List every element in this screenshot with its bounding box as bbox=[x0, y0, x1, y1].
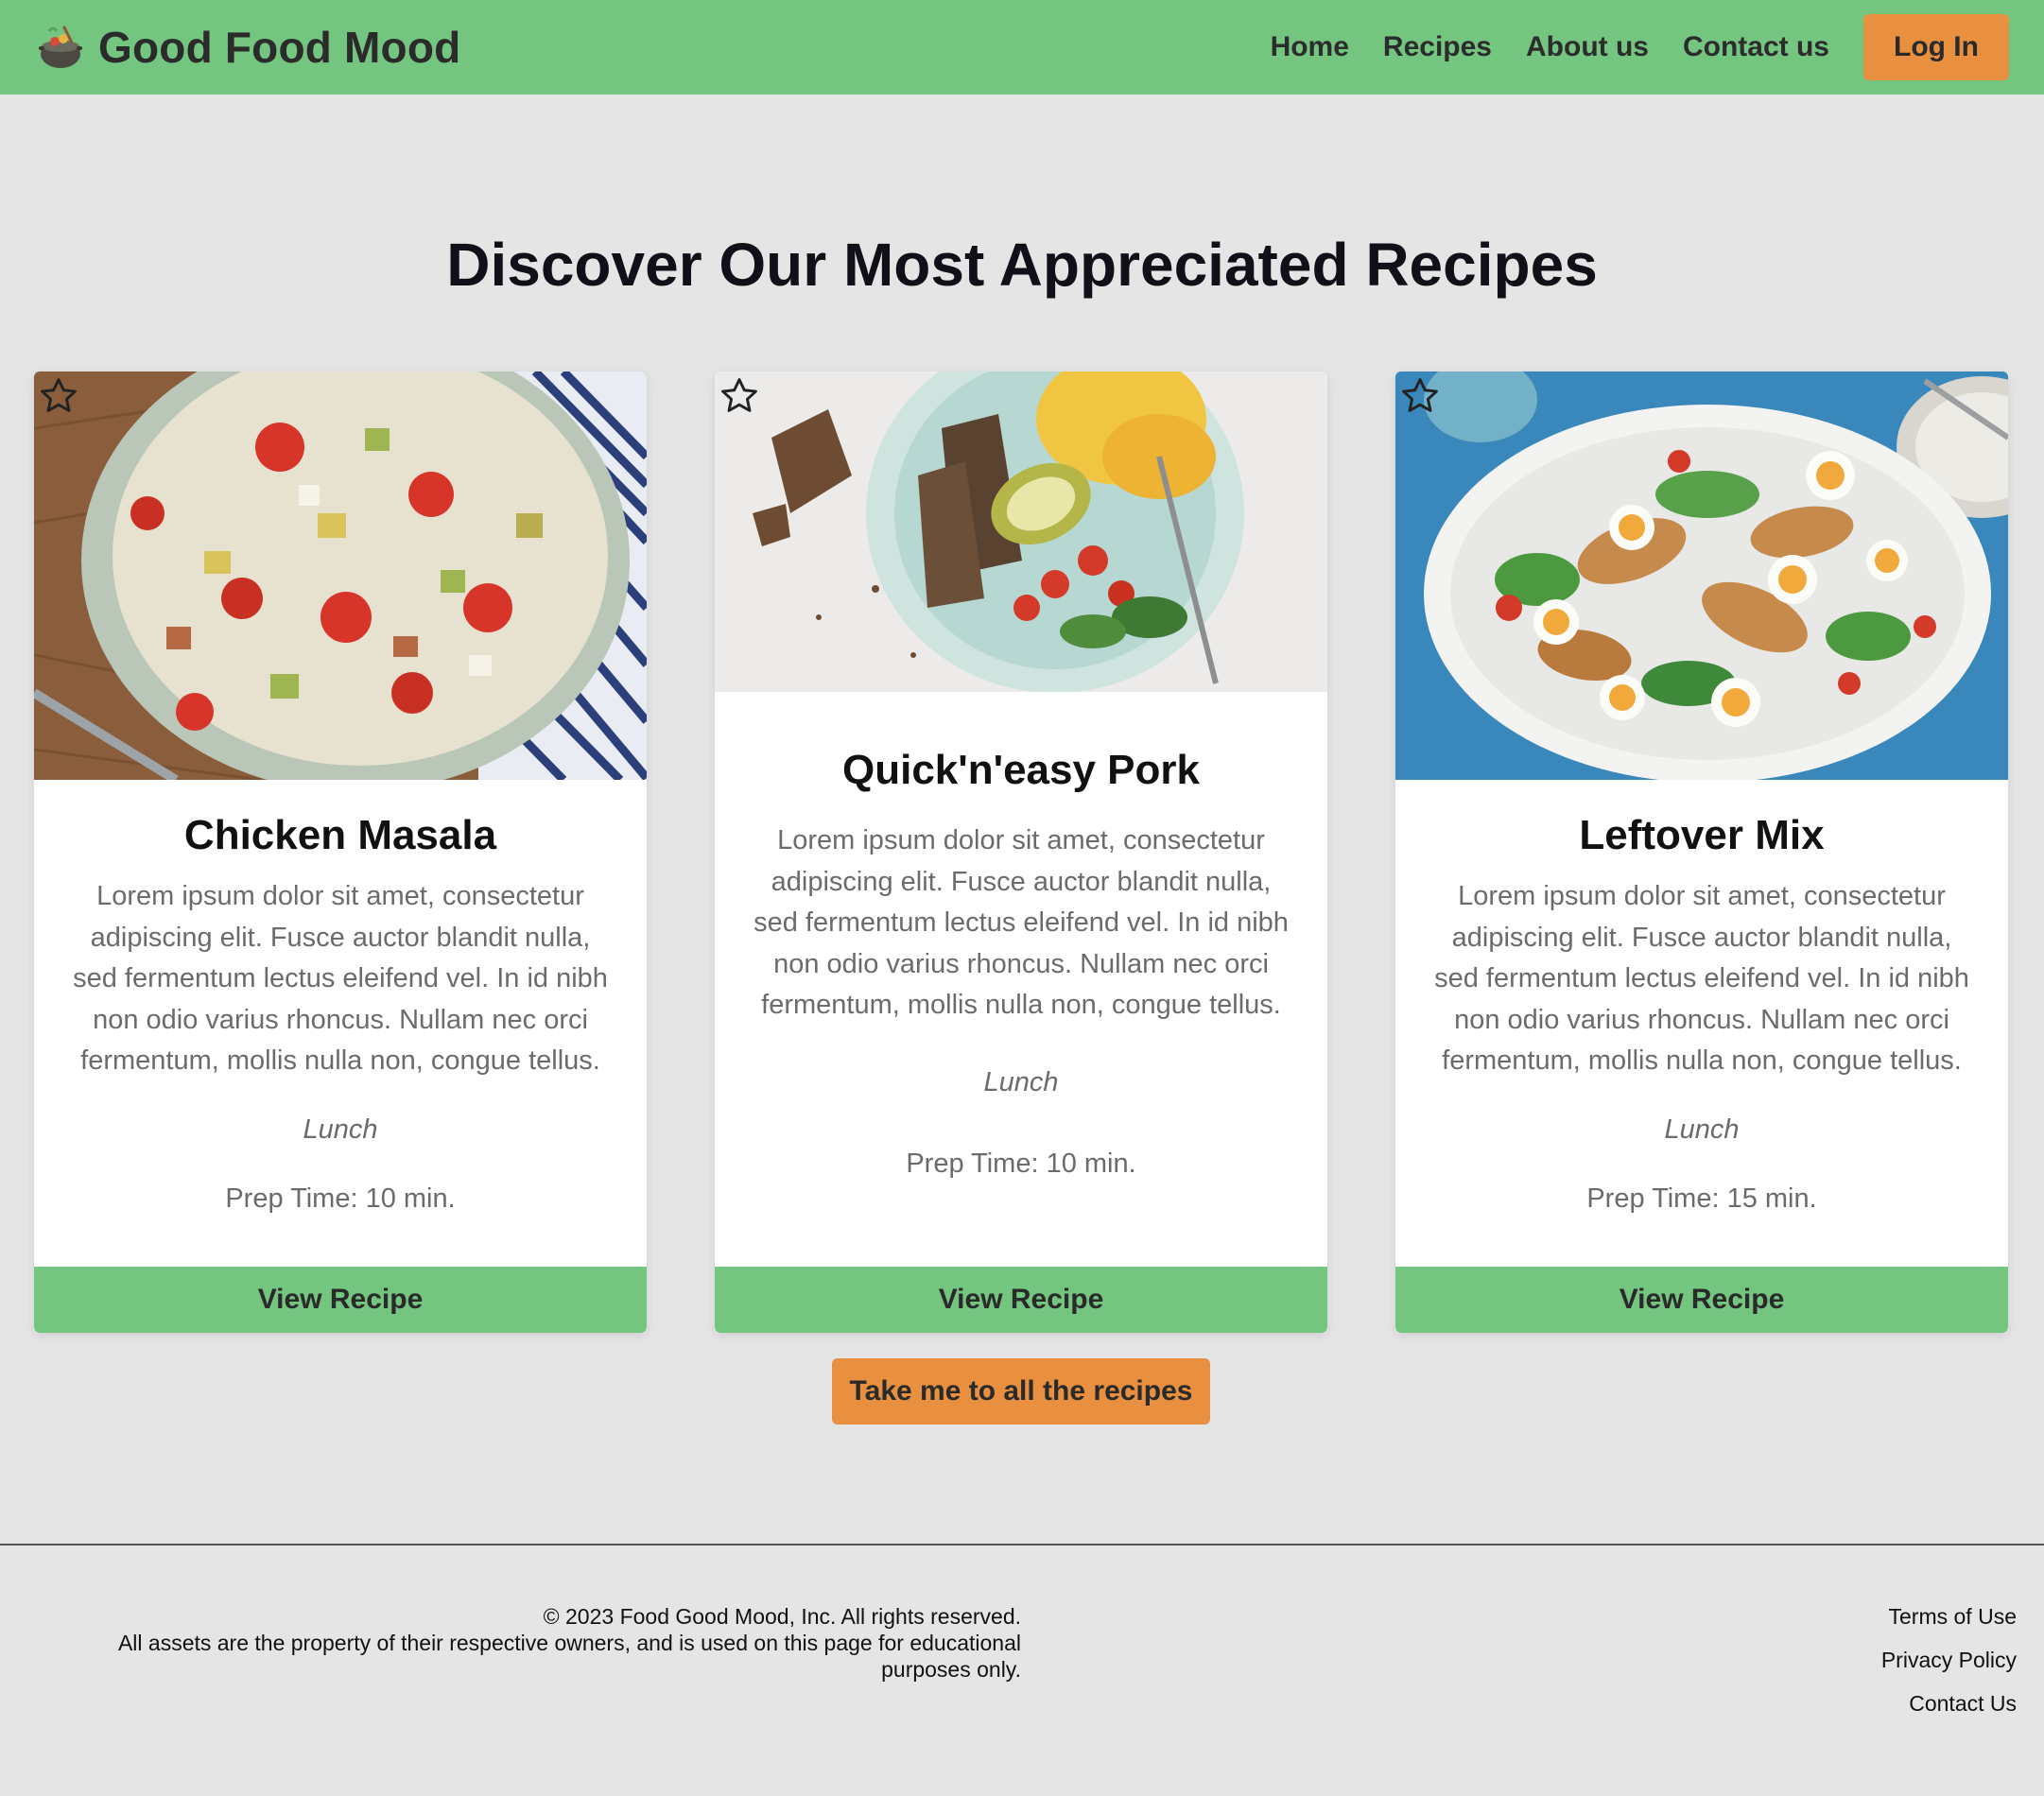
recipe-category: Lunch bbox=[303, 1114, 378, 1145]
cobb-salad-platter-photo bbox=[1395, 371, 2008, 780]
recipe-category: Lunch bbox=[983, 1066, 1059, 1097]
star-outline-icon[interactable] bbox=[719, 375, 760, 417]
card-body: Chicken Masala Lorem ipsum dolor sit ame… bbox=[34, 812, 647, 1215]
recipe-image bbox=[1395, 371, 2008, 780]
recipe-description: Lorem ipsum dolor sit amet, consectetur … bbox=[73, 881, 608, 1076]
recipe-title: Leftover Mix bbox=[1579, 812, 1825, 858]
recipe-card: Quick'n'easy Pork Lorem ipsum dolor sit … bbox=[715, 371, 1327, 1333]
login-button[interactable]: Log In bbox=[1863, 14, 2009, 80]
assets-notice: All assets are the property of their res… bbox=[117, 1631, 1021, 1682]
recipe-image bbox=[715, 371, 1327, 692]
nav-contact-us[interactable]: Contact us bbox=[1683, 31, 1829, 63]
brand[interactable]: Good Food Mood bbox=[36, 22, 460, 73]
cooking-pot-icon bbox=[39, 26, 82, 68]
page-title: Discover Our Most Appreciated Recipes bbox=[446, 231, 1598, 299]
recipe-category: Lunch bbox=[1664, 1114, 1740, 1145]
recipe-description: Lorem ipsum dolor sit amet, consectetur … bbox=[754, 825, 1289, 1020]
footer-privacy-link[interactable]: Privacy Policy bbox=[1881, 1647, 2017, 1673]
salad-bowl-photo bbox=[34, 371, 647, 780]
recipe-prep-time: Prep Time: 10 min. bbox=[225, 1183, 456, 1214]
footer-terms-link[interactable]: Terms of Use bbox=[1881, 1603, 2017, 1630]
footer-links: Terms of Use Privacy Policy Contact Us bbox=[1881, 1603, 2017, 1734]
star-outline-icon[interactable] bbox=[1399, 375, 1441, 417]
navbar: Good Food Mood Home Recipes About us Con… bbox=[0, 0, 2044, 95]
view-recipe-button[interactable]: View Recipe bbox=[1395, 1267, 2008, 1333]
footer-legal: © 2023 Food Good Mood, Inc. All rights r… bbox=[57, 1603, 1021, 1683]
nav-about-us[interactable]: About us bbox=[1526, 31, 1649, 63]
footer-contact-link[interactable]: Contact Us bbox=[1881, 1690, 2017, 1717]
brand-name: Good Food Mood bbox=[98, 23, 461, 72]
main-nav: Home Recipes About us Contact us Log In bbox=[1237, 14, 2009, 80]
card-body: Leftover Mix Lorem ipsum dolor sit amet,… bbox=[1395, 812, 2008, 1215]
footer-divider bbox=[0, 1544, 2044, 1546]
copyright-text: © 2023 Food Good Mood, Inc. All rights r… bbox=[543, 1604, 1021, 1629]
recipe-image bbox=[34, 371, 647, 780]
recipe-description: Lorem ipsum dolor sit amet, consectetur … bbox=[1434, 881, 1969, 1076]
recipe-prep-time: Prep Time: 15 min. bbox=[1586, 1183, 1817, 1214]
recipe-card: Chicken Masala Lorem ipsum dolor sit ame… bbox=[34, 371, 647, 1333]
nav-home[interactable]: Home bbox=[1271, 31, 1349, 63]
recipe-card: Leftover Mix Lorem ipsum dolor sit amet,… bbox=[1395, 371, 2008, 1333]
view-recipe-button[interactable]: View Recipe bbox=[715, 1267, 1327, 1333]
card-body: Quick'n'easy Pork Lorem ipsum dolor sit … bbox=[715, 747, 1327, 1180]
star-outline-icon[interactable] bbox=[38, 375, 79, 417]
all-recipes-button[interactable]: Take me to all the recipes bbox=[832, 1358, 1210, 1425]
recipe-title: Quick'n'easy Pork bbox=[842, 747, 1200, 793]
breakfast-plate-photo bbox=[715, 371, 1327, 692]
nav-recipes[interactable]: Recipes bbox=[1383, 31, 1492, 63]
view-recipe-button[interactable]: View Recipe bbox=[34, 1267, 647, 1333]
recipe-title: Chicken Masala bbox=[183, 812, 497, 858]
recipe-prep-time: Prep Time: 10 min. bbox=[906, 1148, 1136, 1179]
